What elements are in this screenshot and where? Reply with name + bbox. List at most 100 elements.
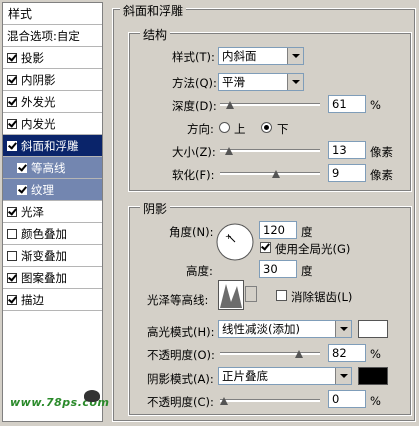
- shadow-opacity-input[interactable]: 0: [328, 390, 366, 408]
- shadow-mode-select[interactable]: 正片叠底: [218, 367, 352, 385]
- depth-slider[interactable]: [220, 101, 320, 109]
- soften-label: 软化(F):: [172, 168, 215, 182]
- size-unit: 像素: [370, 145, 393, 159]
- soften-slider[interactable]: [220, 170, 320, 178]
- style-item-checkbox[interactable]: [17, 162, 27, 173]
- style-item[interactable]: 内阴影: [3, 69, 102, 91]
- style-item[interactable]: 光泽: [3, 201, 102, 223]
- altitude-label: 高度:: [186, 264, 213, 278]
- style-label: 样式(T):: [172, 50, 215, 64]
- style-item-checkbox[interactable]: [7, 272, 17, 283]
- bevel-emboss-title: 斜面和浮雕: [120, 2, 187, 19]
- style-item-label: 外发光: [21, 94, 56, 109]
- shadow-opacity-unit: %: [370, 394, 381, 408]
- structure-title: 结构: [140, 26, 171, 43]
- style-item-label: 纹理: [31, 182, 54, 197]
- global-light-checkbox[interactable]: [260, 242, 271, 253]
- blend-options-item[interactable]: 混合选项:自定: [3, 25, 102, 47]
- style-item-checkbox[interactable]: [7, 250, 17, 261]
- angle-unit: 度: [301, 225, 313, 239]
- style-item-label: 内阴影: [21, 72, 56, 87]
- shading-title: 阴影: [140, 200, 171, 217]
- size-input[interactable]: 13: [328, 141, 366, 159]
- style-list: 样式 混合选项:自定 投影内阴影外发光内发光斜面和浮雕等高线纹理光泽颜色叠加渐变…: [2, 2, 103, 422]
- angle-dial[interactable]: +: [215, 222, 255, 262]
- style-item-label: 颜色叠加: [21, 226, 67, 241]
- size-slider[interactable]: [220, 147, 320, 155]
- highlight-color-swatch[interactable]: [358, 320, 388, 338]
- style-item[interactable]: 外发光: [3, 91, 102, 113]
- highlight-opacity-label: 不透明度(O):: [147, 348, 215, 362]
- angle-label: 角度(N):: [169, 225, 214, 239]
- style-item-checkbox[interactable]: [7, 74, 17, 85]
- technique-label: 方法(Q):: [172, 76, 217, 90]
- altitude-input[interactable]: 30: [259, 260, 297, 278]
- style-list-header[interactable]: 样式: [3, 3, 102, 25]
- highlight-opacity-unit: %: [370, 347, 381, 361]
- bevel-style-select[interactable]: 内斜面: [218, 47, 304, 65]
- style-item-checkbox[interactable]: [7, 294, 17, 305]
- size-slider-thumb[interactable]: [225, 147, 233, 155]
- anti-alias-checkbox[interactable]: [276, 290, 287, 301]
- style-item[interactable]: 斜面和浮雕: [3, 135, 102, 157]
- style-item-label: 等高线: [31, 160, 66, 175]
- chevron-down-icon[interactable]: [335, 368, 351, 384]
- style-item[interactable]: 等高线: [3, 157, 102, 179]
- soften-slider-thumb[interactable]: [272, 170, 280, 178]
- depth-label: 深度(D):: [172, 99, 217, 113]
- depth-unit: %: [370, 98, 381, 112]
- style-item-checkbox[interactable]: [7, 52, 17, 63]
- direction-down-label: 下: [277, 122, 289, 136]
- highlight-opacity-slider[interactable]: [220, 350, 320, 358]
- style-item[interactable]: 渐变叠加: [3, 245, 102, 267]
- highlight-mode-label: 高光模式(H):: [147, 325, 215, 339]
- shadow-opacity-thumb[interactable]: [220, 397, 228, 405]
- style-item-label: 描边: [21, 292, 44, 307]
- depth-slider-thumb[interactable]: [226, 101, 234, 109]
- shadow-color-swatch[interactable]: [358, 367, 388, 385]
- size-label: 大小(Z):: [172, 145, 216, 159]
- direction-label: 方向:: [187, 122, 214, 136]
- style-item[interactable]: 图案叠加: [3, 267, 102, 289]
- gloss-contour-label: 光泽等高线:: [147, 293, 209, 307]
- style-item[interactable]: 描边: [3, 289, 102, 311]
- chevron-down-icon[interactable]: [335, 321, 351, 337]
- shadow-opacity-slider[interactable]: [220, 397, 320, 405]
- angle-input[interactable]: 120: [259, 221, 297, 239]
- shadow-mode-label: 阴影模式(A):: [147, 372, 214, 386]
- highlight-mode-select[interactable]: 线性减淡(添加): [218, 320, 352, 338]
- style-item-label: 光泽: [21, 204, 44, 219]
- anti-alias-label: 消除锯齿(L): [291, 290, 353, 304]
- soften-unit: 像素: [370, 168, 393, 182]
- style-item-checkbox[interactable]: [7, 140, 17, 151]
- direction-up-radio[interactable]: [219, 122, 230, 133]
- svg-text:+: +: [225, 232, 232, 241]
- style-item-checkbox[interactable]: [7, 96, 17, 107]
- highlight-opacity-thumb[interactable]: [295, 350, 303, 358]
- style-item[interactable]: 纹理: [3, 179, 102, 201]
- style-item[interactable]: 投影: [3, 47, 102, 69]
- gloss-contour-preview-icon[interactable]: [218, 280, 244, 310]
- depth-input[interactable]: 61: [328, 95, 366, 113]
- style-item[interactable]: 颜色叠加: [3, 223, 102, 245]
- style-item-checkbox[interactable]: [7, 118, 17, 129]
- style-item-label: 斜面和浮雕: [21, 138, 79, 153]
- chevron-down-icon[interactable]: [287, 48, 303, 64]
- style-item-label: 图案叠加: [21, 270, 67, 285]
- altitude-unit: 度: [301, 264, 313, 278]
- technique-select[interactable]: 平滑: [218, 73, 304, 91]
- highlight-opacity-input[interactable]: 82: [328, 344, 366, 362]
- soften-input[interactable]: 9: [328, 164, 366, 182]
- direction-down-radio[interactable]: [261, 122, 272, 133]
- direction-up-label: 上: [234, 122, 246, 136]
- shadow-opacity-label: 不透明度(C):: [147, 395, 214, 409]
- global-light-label: 使用全局光(G): [275, 242, 351, 256]
- style-item-checkbox[interactable]: [17, 184, 27, 195]
- gloss-contour-dropdown-icon[interactable]: [245, 286, 257, 302]
- watermark-logo-icon: [84, 390, 100, 402]
- style-item[interactable]: 内发光: [3, 113, 102, 135]
- style-item-checkbox[interactable]: [7, 228, 17, 239]
- style-item-label: 渐变叠加: [21, 248, 67, 263]
- chevron-down-icon[interactable]: [287, 74, 303, 90]
- style-item-checkbox[interactable]: [7, 206, 17, 217]
